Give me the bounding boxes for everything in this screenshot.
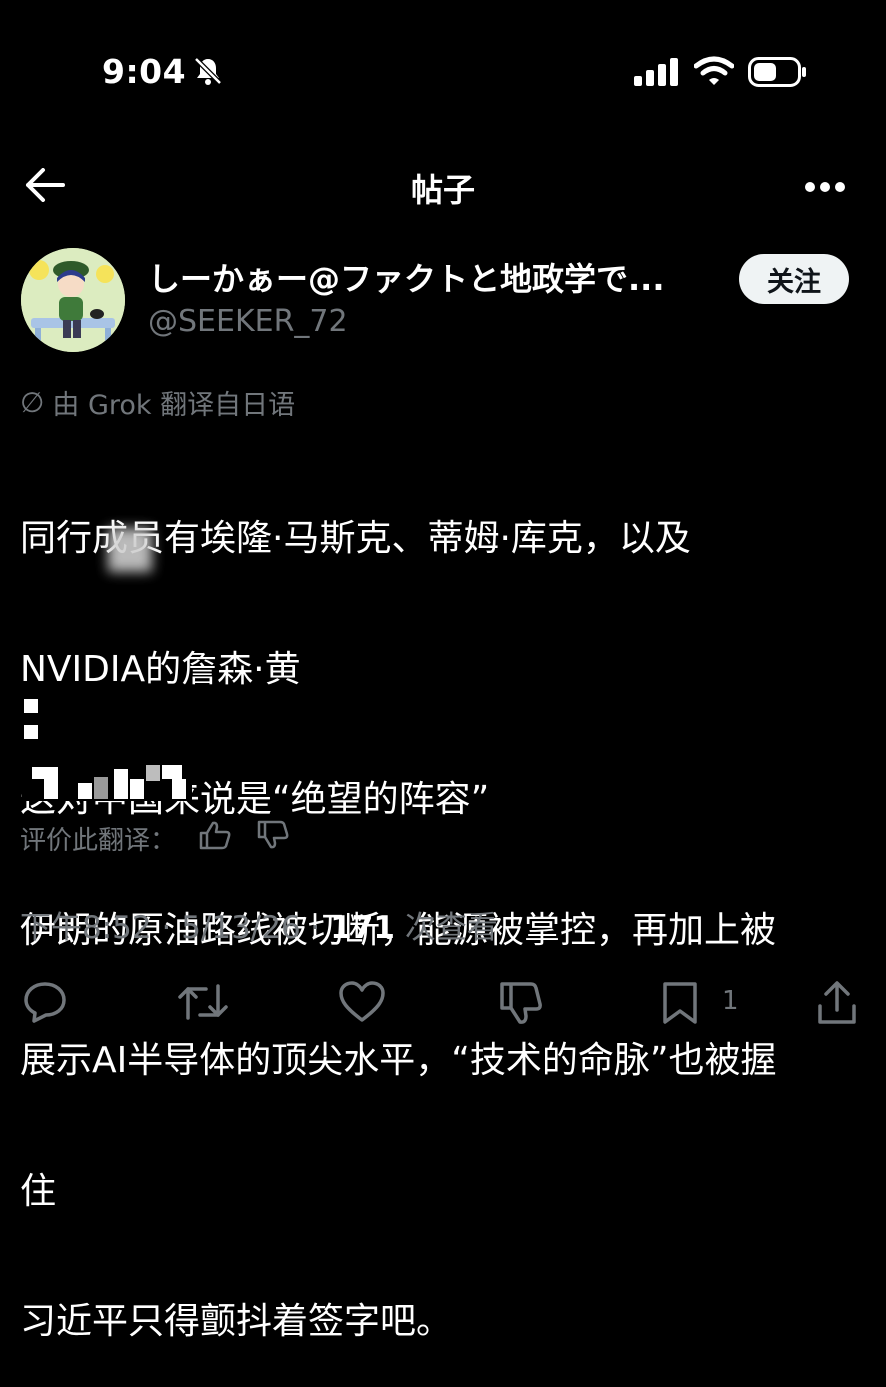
post-date: 5/13/26 <box>181 910 301 946</box>
avatar[interactable] <box>21 248 125 352</box>
status-time: 9:04 <box>102 52 187 91</box>
post-time: 下午8:52 <box>20 910 152 946</box>
page-title: 帖子 <box>410 171 475 209</box>
author-handle[interactable]: @SEEKER_72 <box>148 304 348 339</box>
post-line: NVIDIA的詹森·黄 <box>20 648 301 690</box>
repost-icon[interactable] <box>176 980 230 1028</box>
redaction-mosaic <box>22 697 66 743</box>
rate-translation: 评价此翻译： <box>20 820 290 857</box>
post-meta: 下午8:52 · 5/13/26 · 171 次查看 <box>20 910 498 946</box>
translation-source-label: 由 Grok 翻译自日语 <box>52 390 296 421</box>
post-line: 住 <box>20 1170 57 1212</box>
bookmark-count: 1 <box>722 986 739 1016</box>
thumbs-up-icon[interactable] <box>198 820 232 857</box>
redaction-mosaic <box>22 755 192 801</box>
more-options-icon[interactable] <box>804 178 846 197</box>
reply-icon[interactable] <box>22 980 68 1028</box>
like-heart-icon[interactable] <box>338 980 386 1028</box>
battery-icon <box>748 57 808 91</box>
share-icon[interactable] <box>816 980 858 1030</box>
translation-note: ∅ 由 Grok 翻译自日语 <box>20 383 295 422</box>
mute-bell-icon <box>192 55 224 91</box>
follow-button[interactable]: 关注 <box>739 254 849 304</box>
dislike-icon[interactable] <box>498 980 544 1030</box>
translate-icon: ∅ <box>20 386 45 419</box>
view-count-label: 次查看 <box>404 910 498 946</box>
thumbs-down-icon[interactable] <box>256 820 290 857</box>
signal-icon <box>634 58 680 90</box>
post-line: 展示AI半导体的顶尖水平，“技术的命脉”也被握 <box>20 1040 777 1081</box>
post-line: 习近平只得颤抖着签字吧。 <box>20 1301 453 1342</box>
rate-translation-label: 评价此翻译： <box>20 826 177 856</box>
view-count: 171 <box>330 910 395 946</box>
wifi-icon <box>693 56 735 90</box>
author-display-name[interactable]: しーかぁー@ファクトと地政学で... <box>148 254 664 300</box>
redaction-blur <box>108 528 152 572</box>
bookmark-icon[interactable] <box>660 980 700 1030</box>
